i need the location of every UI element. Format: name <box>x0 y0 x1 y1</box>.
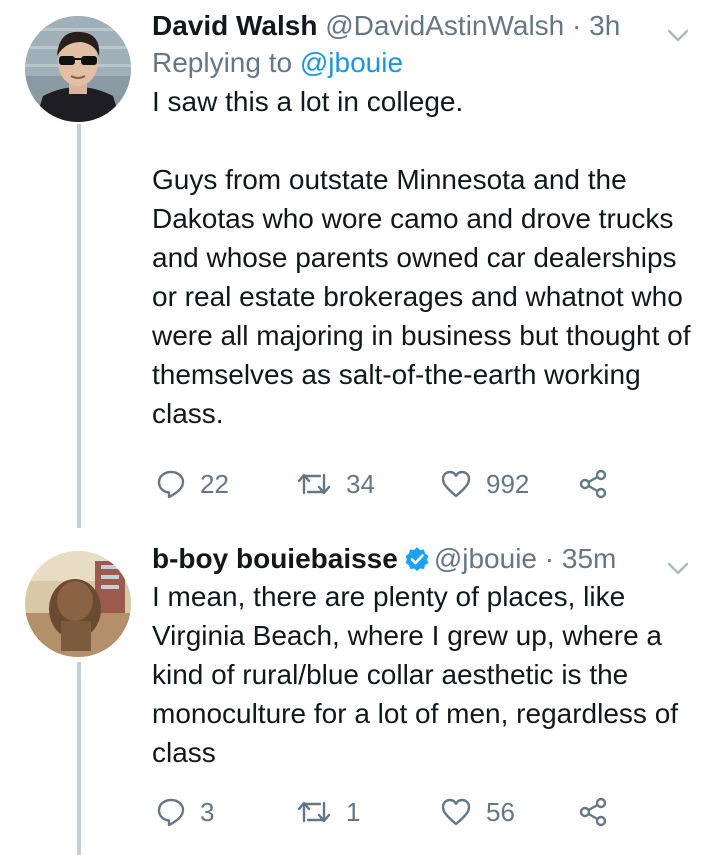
like-count: 992 <box>486 468 530 499</box>
reply-count: 3 <box>200 796 215 827</box>
tweet-header: David Walsh @DavidAstinWalsh · 3h <box>152 8 699 44</box>
svg-text:afic: afic <box>27 636 39 645</box>
retweet-button[interactable]: 1 <box>296 792 360 832</box>
retweet-count: 34 <box>346 468 375 499</box>
share-icon <box>578 797 622 827</box>
replying-to: Replying to @jbouie <box>152 44 699 82</box>
reply-count: 22 <box>200 468 229 499</box>
retweet-icon <box>296 797 346 827</box>
avatar-b-boy-bouiebaisse[interactable]: J afic <box>25 551 131 657</box>
chevron-down-icon[interactable] <box>667 16 689 52</box>
thread-connector-line <box>77 124 81 528</box>
like-button[interactable]: 992 <box>440 464 529 504</box>
tweet-actions: 22 34 992 <box>152 464 632 504</box>
heart-icon <box>440 797 486 827</box>
avatar-david-walsh[interactable] <box>25 16 131 122</box>
chevron-down-icon[interactable] <box>667 549 689 585</box>
heart-icon <box>440 469 486 499</box>
verified-badge-icon <box>404 545 430 581</box>
tweet-header: b-boy bouiebaisse @jbouie · 35m <box>152 541 699 577</box>
tweet-text: I saw this a lot in college. Guys from o… <box>152 86 691 429</box>
author-name[interactable]: b-boy bouiebaisse <box>152 543 398 574</box>
author-handle[interactable]: @jbouie <box>434 543 537 574</box>
timestamp[interactable]: 35m <box>562 543 616 574</box>
timestamp[interactable]: 3h <box>589 10 620 41</box>
reply-icon <box>156 469 200 499</box>
tweet-david-walsh[interactable]: David Walsh @DavidAstinWalsh · 3h Replyi… <box>152 8 699 433</box>
tweet-actions: 3 1 56 <box>152 792 632 832</box>
svg-text:J: J <box>111 552 119 568</box>
separator: · <box>564 10 590 41</box>
retweet-button[interactable]: 34 <box>296 464 375 504</box>
tweet-text: I mean, there are plenty of places, like… <box>152 581 686 768</box>
share-button[interactable] <box>578 792 622 832</box>
retweet-count: 1 <box>346 796 361 827</box>
author-name[interactable]: David Walsh <box>152 10 317 41</box>
like-button[interactable]: 56 <box>440 792 515 832</box>
replying-to-label: Replying to <box>152 47 300 78</box>
share-button[interactable] <box>578 464 622 504</box>
share-icon <box>578 469 622 499</box>
author-handle[interactable]: @DavidAstinWalsh <box>325 10 564 41</box>
tweet-b-boy-bouiebaisse[interactable]: b-boy bouiebaisse @jbouie · 35m I mean, t… <box>152 541 699 772</box>
thread-connector-line <box>77 662 81 855</box>
like-count: 56 <box>486 796 515 827</box>
reply-icon <box>156 797 200 827</box>
separator: · <box>536 543 562 574</box>
retweet-icon <box>296 469 346 499</box>
reply-button[interactable]: 3 <box>156 792 214 832</box>
reply-button[interactable]: 22 <box>156 464 229 504</box>
mention-link[interactable]: @jbouie <box>300 47 403 78</box>
